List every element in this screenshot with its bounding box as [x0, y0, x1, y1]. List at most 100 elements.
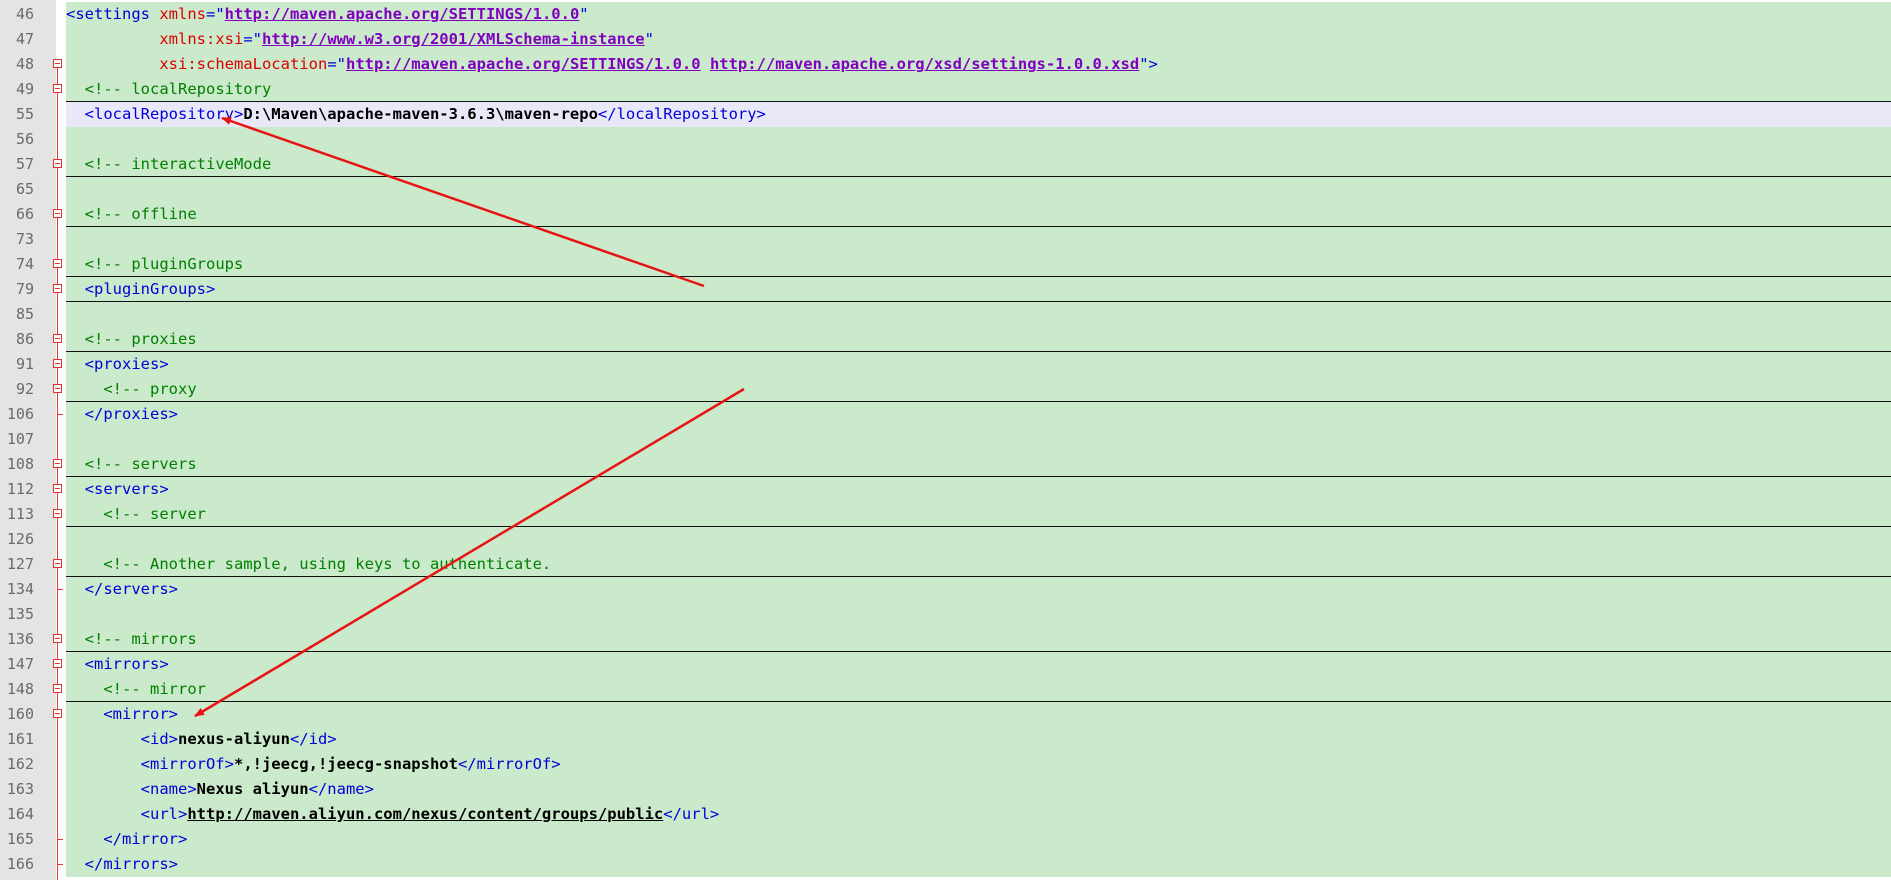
code-line[interactable]: 164 <url>http://maven.aliyun.com/nexus/c… [0, 802, 1891, 827]
code-token: " [579, 5, 589, 23]
code-token: <servers> [84, 480, 169, 498]
code-line[interactable]: 91 <proxies> [0, 352, 1891, 377]
code-line[interactable]: 46 <settings xmlns="http://maven.apache.o… [0, 2, 1891, 27]
code-text: <!-- mirror [66, 677, 1891, 702]
code-line[interactable]: 74 <!-- pluginGroups [0, 252, 1891, 277]
fold-toggle-icon[interactable] [53, 334, 62, 343]
code-line[interactable]: 66 <!-- offline [0, 202, 1891, 227]
code-token: =" [243, 30, 262, 48]
code-line[interactable]: 112 <servers> [0, 477, 1891, 502]
code-line[interactable]: 56 [0, 127, 1891, 152]
fold-toggle-icon[interactable] [53, 659, 62, 668]
fold-toggle-icon[interactable] [53, 509, 62, 518]
code-line[interactable]: 166 </mirrors> [0, 852, 1891, 877]
line-number: 165 [6, 830, 34, 848]
code-line[interactable]: 126 [0, 527, 1891, 552]
fold-toggle-icon[interactable] [53, 59, 62, 68]
line-number: 127 [6, 555, 34, 573]
code-text: </proxies> [66, 402, 1891, 427]
code-line[interactable]: 65 [0, 177, 1891, 202]
code-text: <!-- servers [66, 452, 1891, 477]
code-line[interactable]: 163 <name>Nexus aliyun</name> [0, 777, 1891, 802]
line-number: 74 [15, 255, 34, 273]
code-line[interactable]: 86 <!-- proxies [0, 327, 1891, 352]
line-number: 46 [15, 5, 34, 23]
line-number: 47 [15, 30, 34, 48]
code-line[interactable]: 161 <id>nexus-aliyun</id> [0, 727, 1891, 752]
code-text [66, 177, 1891, 202]
code-line[interactable]: 165 </mirror> [0, 827, 1891, 852]
line-number: 148 [6, 680, 34, 698]
url-link[interactable]: http://maven.aliyun.com/nexus/content/gr… [187, 805, 663, 823]
line-number: 161 [6, 730, 34, 748]
line-number: 106 [6, 405, 34, 423]
code-line[interactable]: 147 <mirrors> [0, 652, 1891, 677]
line-number: 85 [15, 305, 34, 323]
code-editor[interactable]: 46 <settings xmlns="http://maven.apache.o… [0, 0, 1891, 880]
code-line[interactable]: 162 <mirrorOf>*,!jeecg,!jeecg-snapshot</… [0, 752, 1891, 777]
fold-toggle-icon[interactable] [53, 384, 62, 393]
code-line[interactable]: 47 xmlns:xsi="http://www.w3.org/2001/XML… [0, 27, 1891, 52]
line-number: 56 [15, 130, 34, 148]
fold-toggle-icon[interactable] [53, 84, 62, 93]
code-line[interactable]: 113 <!-- server [0, 502, 1891, 527]
url-link[interactable]: http://maven.apache.org/SETTINGS/1.0.0 [225, 5, 580, 23]
fold-toggle-icon[interactable] [53, 459, 62, 468]
line-number: 108 [6, 455, 34, 473]
code-line[interactable]: 85 [0, 302, 1891, 327]
code-text: <!-- proxies [66, 327, 1891, 352]
code-line[interactable]: 57 <!-- interactiveMode [0, 152, 1891, 177]
fold-toggle-icon[interactable] [53, 359, 62, 368]
fold-toggle-icon[interactable] [53, 259, 62, 268]
fold-toggle-icon[interactable] [53, 684, 62, 693]
code-line[interactable]: 107 [0, 427, 1891, 452]
fold-toggle-icon[interactable] [53, 709, 62, 718]
code-line[interactable]: 73 [0, 227, 1891, 252]
code-text [66, 527, 1891, 552]
code-text: <pluginGroups> [66, 277, 1891, 302]
line-number: 66 [15, 205, 34, 223]
code-line[interactable]: 55 <localRepository>D:\Maven\apache-mave… [0, 102, 1891, 127]
url-link[interactable]: http://maven.apache.org/xsd/settings-1.0… [710, 55, 1139, 73]
code-text: <!-- proxy [66, 377, 1891, 402]
code-text: xsi:schemaLocation="http://maven.apache.… [66, 52, 1891, 77]
code-line[interactable]: 136 <!-- mirrors [0, 627, 1891, 652]
line-number: 164 [6, 805, 34, 823]
fold-toggle-icon[interactable] [53, 559, 62, 568]
fold-toggle-icon[interactable] [53, 284, 62, 293]
line-number: 86 [15, 330, 34, 348]
fold-toggle-icon[interactable] [53, 209, 62, 218]
line-number: 166 [6, 855, 34, 873]
code-text: <id>nexus-aliyun</id> [66, 727, 1891, 752]
code-line[interactable]: 160 <mirror> [0, 702, 1891, 727]
code-line[interactable]: 79 <pluginGroups> [0, 277, 1891, 302]
line-number: 136 [6, 630, 34, 648]
code-token: xsi:schemaLocation [159, 55, 328, 73]
code-token: </name> [308, 780, 374, 798]
fold-toggle-icon[interactable] [53, 484, 62, 493]
line-number: 147 [6, 655, 34, 673]
code-line[interactable]: 127 <!-- Another sample, using keys to a… [0, 552, 1891, 577]
code-line[interactable]: 135 [0, 602, 1891, 627]
code-line[interactable]: 49 <!-- localRepository [0, 77, 1891, 102]
code-text [66, 302, 1891, 327]
code-token: </url> [663, 805, 720, 823]
line-number: 48 [15, 55, 34, 73]
line-number: 162 [6, 755, 34, 773]
code-line[interactable]: 92 <!-- proxy [0, 377, 1891, 402]
code-token: =" [327, 55, 346, 73]
code-token: </mirrors> [84, 855, 178, 873]
fold-toggle-icon[interactable] [53, 159, 62, 168]
code-token: </servers> [84, 580, 178, 598]
code-token: nexus-aliyun [177, 730, 290, 748]
code-token: " [644, 30, 654, 48]
code-line[interactable]: 48 xsi:schemaLocation="http://maven.apac… [0, 52, 1891, 77]
code-token: Nexus aliyun [196, 780, 309, 798]
code-line[interactable]: 108 <!-- servers [0, 452, 1891, 477]
code-line[interactable]: 106 </proxies> [0, 402, 1891, 427]
url-link[interactable]: http://www.w3.org/2001/XMLSchema-instanc… [262, 30, 645, 48]
fold-toggle-icon[interactable] [53, 634, 62, 643]
url-link[interactable]: http://maven.apache.org/SETTINGS/1.0.0 [346, 55, 701, 73]
code-line[interactable]: 134 </servers> [0, 577, 1891, 602]
code-line[interactable]: 148 <!-- mirror [0, 677, 1891, 702]
